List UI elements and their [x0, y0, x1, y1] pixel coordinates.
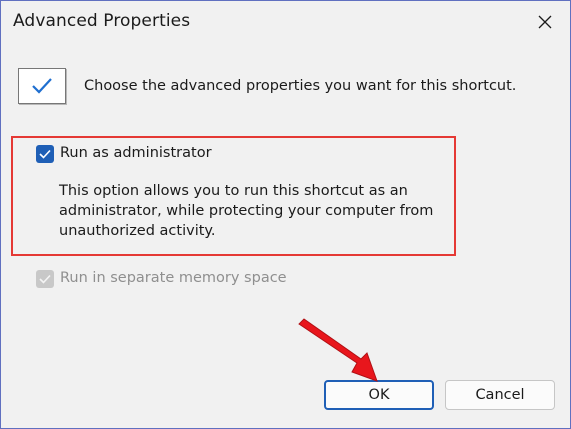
advanced-properties-dialog: Advanced Properties Choose the advanced … — [0, 0, 571, 429]
check-icon — [39, 274, 51, 284]
run-as-admin-description: This option allows you to run this short… — [59, 183, 434, 239]
separate-memory-checkbox — [36, 270, 54, 288]
run-as-admin-label[interactable]: Run as administrator — [60, 145, 212, 161]
title-bar[interactable]: Advanced Properties — [1, 1, 570, 45]
red-arrow-annotation — [298, 318, 378, 382]
dialog-content: Choose the advanced properties you want … — [1, 45, 570, 428]
header-instruction: Choose the advanced properties you want … — [84, 78, 517, 94]
check-icon — [39, 149, 51, 159]
close-icon — [538, 15, 552, 29]
close-button[interactable] — [530, 7, 560, 37]
cancel-button[interactable]: Cancel — [445, 380, 555, 410]
run-as-admin-checkbox[interactable] — [36, 145, 54, 163]
separate-memory-label: Run in separate memory space — [60, 270, 287, 286]
window-title: Advanced Properties — [13, 11, 191, 31]
checkmark-icon — [32, 78, 52, 94]
shortcut-properties-icon — [18, 68, 66, 104]
